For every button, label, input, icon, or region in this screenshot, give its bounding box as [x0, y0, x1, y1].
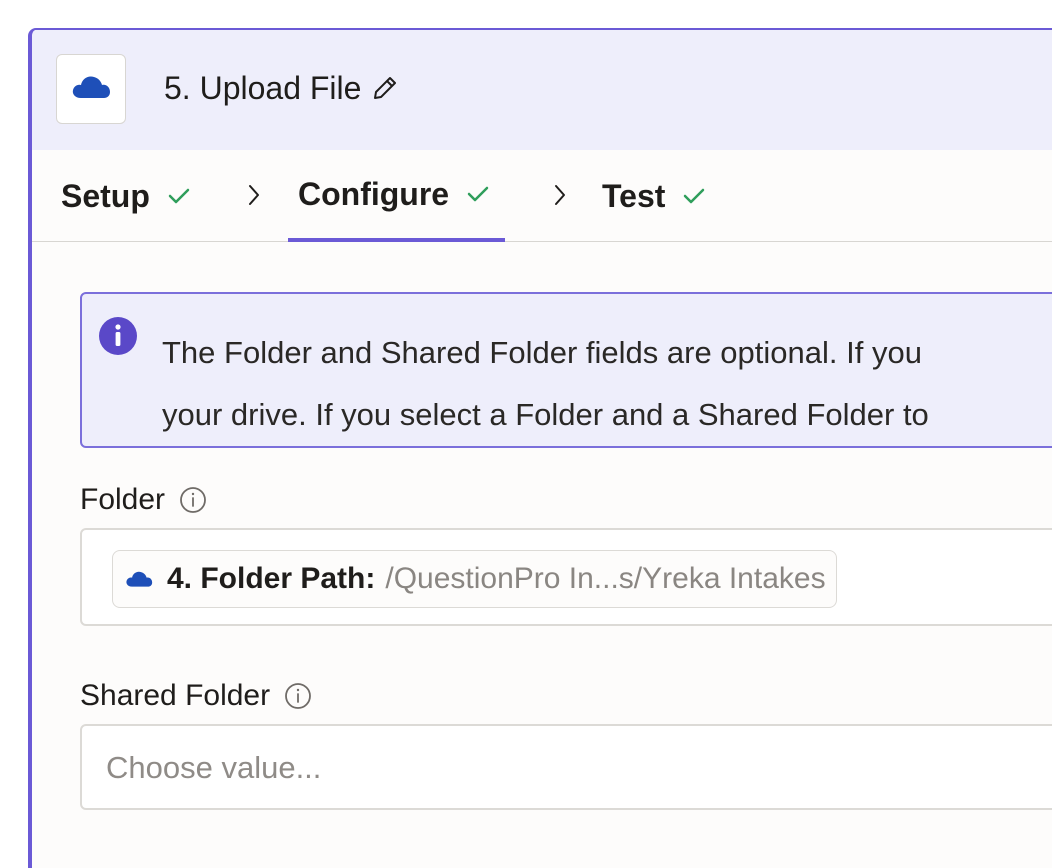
chevron-right-icon: [548, 180, 572, 210]
folder-field-label: Folder: [80, 480, 207, 520]
app-icon-tile[interactable]: [56, 54, 126, 124]
step-title-text: 5. Upload File: [164, 70, 362, 106]
folder-value-step: 4. Folder Path:: [167, 562, 376, 595]
check-icon: [681, 183, 707, 209]
shared-folder-placeholder: Choose value...: [106, 750, 322, 785]
tab-setup-label: Setup: [61, 177, 150, 214]
tab-configure-label: Configure: [298, 175, 450, 212]
pencil-icon[interactable]: [371, 74, 399, 102]
info-outline-icon[interactable]: [179, 486, 207, 514]
folder-value-path: /QuestionPro In...s/Yreka Intakes: [385, 562, 826, 595]
tab-configure[interactable]: Configure: [288, 150, 506, 242]
info-banner: The Folder and Shared Folder fields are …: [80, 292, 1052, 448]
info-banner-line-2: your drive. If you select a Folder and a…: [162, 397, 929, 432]
shared-folder-label-text: Shared Folder: [80, 679, 271, 712]
onedrive-cloud-icon: [71, 74, 111, 105]
check-icon: [166, 183, 192, 209]
chevron-right-icon: [242, 180, 266, 210]
info-outline-icon[interactable]: [284, 682, 312, 710]
info-circle-icon: [98, 316, 138, 356]
tab-test-label: Test: [602, 177, 666, 214]
tab-setup[interactable]: Setup: [61, 150, 192, 242]
onedrive-cloud-icon: [125, 562, 153, 596]
info-banner-line-1: The Folder and Shared Folder fields are …: [162, 335, 922, 370]
folder-label-text: Folder: [80, 483, 166, 516]
shared-folder-field-label: Shared Folder: [80, 676, 312, 716]
step-panel: 5. Upload File Setup Configure Test The …: [28, 28, 1052, 868]
folder-input[interactable]: 4. Folder Path: /QuestionPro In...s/Yrek…: [80, 528, 1052, 626]
check-icon: [465, 181, 491, 207]
info-banner-text: The Folder and Shared Folder fields are …: [162, 322, 1052, 446]
step-tabs: Setup Configure Test: [32, 150, 1052, 242]
shared-folder-select[interactable]: Choose value...: [80, 724, 1052, 810]
folder-value-pill[interactable]: 4. Folder Path: /QuestionPro In...s/Yrek…: [112, 550, 837, 608]
tab-test[interactable]: Test: [602, 150, 707, 242]
step-header: 5. Upload File: [32, 30, 1052, 150]
step-title: 5. Upload File: [164, 68, 399, 108]
